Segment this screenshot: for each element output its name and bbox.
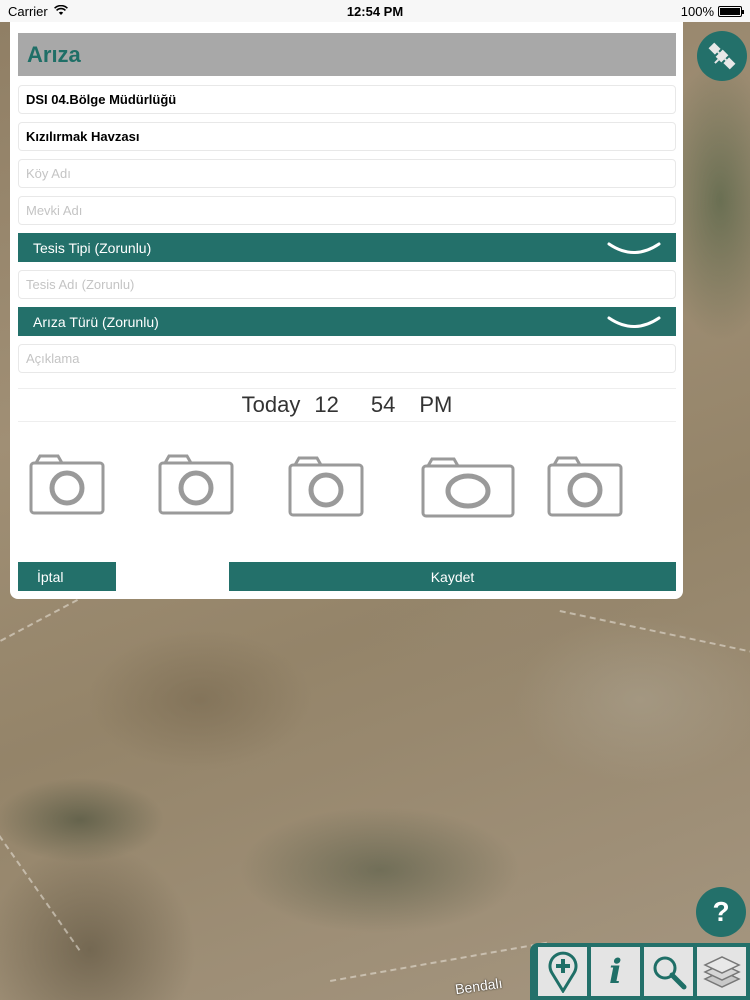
- panel-header: Arıza: [18, 33, 676, 76]
- chevron-down-icon: [607, 242, 661, 254]
- help-icon: ?: [712, 896, 730, 927]
- satellite-toggle-button[interactable]: [697, 31, 747, 81]
- map-toolbar: i: [530, 943, 750, 1000]
- basin-value: Kızılırmak Havzası: [26, 129, 140, 144]
- camera-icon[interactable]: [28, 454, 106, 516]
- camera-icon[interactable]: [287, 456, 365, 518]
- camera-icon[interactable]: [546, 456, 624, 518]
- camera-icon[interactable]: [157, 454, 235, 516]
- facility-type-dropdown[interactable]: Tesis Tipi (Zorunlu): [18, 233, 676, 262]
- add-location-pin-icon: [548, 951, 577, 993]
- picker-hour[interactable]: 12: [314, 392, 338, 418]
- cancel-button[interactable]: İptal: [18, 562, 116, 591]
- status-bar: Carrier 12:54 PM 100%: [0, 0, 750, 22]
- fault-type-label: Arıza Türü (Zorunlu): [33, 313, 159, 330]
- satellite-icon: [708, 42, 736, 70]
- status-time: 12:54 PM: [346, 3, 404, 19]
- battery-fill: [720, 7, 740, 15]
- region-value: DSI 04.Bölge Müdürlüğü: [26, 92, 177, 107]
- info-button[interactable]: i: [591, 947, 640, 996]
- chevron-down-icon: [607, 316, 661, 328]
- description-input[interactable]: Açıklama: [18, 344, 676, 373]
- camera-icon[interactable]: [420, 457, 516, 519]
- picker-minute[interactable]: 54: [371, 392, 395, 418]
- battery-icon: [718, 5, 744, 17]
- facility-name-placeholder: Tesis Adı (Zorunlu): [26, 277, 135, 292]
- wifi-icon: [53, 4, 68, 19]
- add-location-button[interactable]: [538, 947, 587, 996]
- region-field[interactable]: DSI 04.Bölge Müdürlüğü: [18, 85, 676, 114]
- fault-report-panel: Arıza DSI 04.Bölge Müdürlüğü Kızılırmak …: [10, 14, 683, 599]
- info-icon: i: [609, 951, 622, 992]
- date-time-picker[interactable]: Today 12 54 PM: [18, 388, 676, 422]
- map-road: [330, 941, 548, 982]
- picker-period[interactable]: PM: [419, 392, 452, 418]
- facility-type-label: Tesis Tipi (Zorunlu): [33, 239, 152, 256]
- panel-title: Arıza: [27, 41, 81, 67]
- location-name-placeholder: Mevki Adı: [26, 203, 83, 218]
- map-road: [0, 835, 81, 951]
- location-name-input[interactable]: Mevki Adı: [18, 196, 676, 225]
- battery-percent: 100%: [680, 3, 714, 19]
- basin-field[interactable]: Kızılırmak Havzası: [18, 122, 676, 151]
- fault-type-dropdown[interactable]: Arıza Türü (Zorunlu): [18, 307, 676, 336]
- carrier-label: Carrier: [8, 3, 48, 19]
- layers-icon: [702, 955, 741, 988]
- description-placeholder: Açıklama: [26, 351, 80, 366]
- village-name-placeholder: Köy Adı: [26, 166, 71, 181]
- village-name-input[interactable]: Köy Adı: [18, 159, 676, 188]
- layers-button[interactable]: [697, 947, 746, 996]
- picker-day[interactable]: Today: [242, 392, 301, 418]
- search-button[interactable]: [644, 947, 693, 996]
- map-road: [559, 610, 750, 654]
- help-button[interactable]: ?: [696, 887, 746, 937]
- facility-name-input[interactable]: Tesis Adı (Zorunlu): [18, 270, 676, 299]
- search-icon: [653, 956, 686, 989]
- save-button[interactable]: Kaydet: [229, 562, 676, 591]
